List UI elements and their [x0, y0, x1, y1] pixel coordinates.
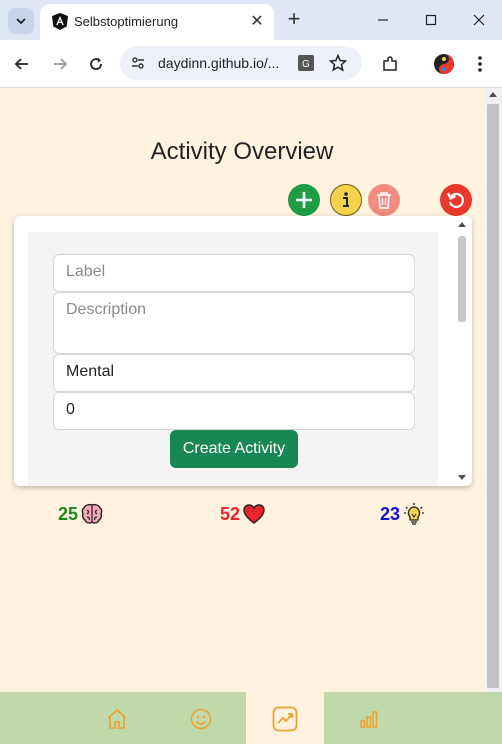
form-scrollbar[interactable]: [456, 222, 468, 480]
address-bar[interactable]: daydinn.github.io/... G: [120, 46, 362, 80]
lightbulb-icon: [404, 503, 425, 525]
reset-icon: [446, 192, 464, 208]
profile-avatar-icon[interactable]: [430, 50, 458, 78]
mental-stat-value: 25: [58, 503, 79, 524]
page-content: Activity Overview Label Description Ment…: [0, 88, 484, 692]
label-input[interactable]: Label: [53, 254, 415, 292]
close-window-icon[interactable]: [466, 8, 492, 32]
bottom-navigation: [0, 692, 502, 744]
svg-text:G: G: [302, 59, 310, 70]
minimize-icon[interactable]: [370, 8, 396, 32]
physical-stat-value: 52: [220, 503, 241, 524]
idea-stat: 23: [380, 500, 426, 528]
description-textarea[interactable]: Description: [53, 292, 415, 354]
page-scroll-thumb[interactable]: [487, 104, 499, 688]
category-select[interactable]: Mental: [53, 354, 415, 392]
info-icon: [343, 192, 349, 207]
create-activity-button[interactable]: Create Activity: [170, 430, 298, 468]
plus-icon: [296, 192, 312, 208]
add-activity-button[interactable]: [288, 184, 320, 216]
browser-toolbar: daydinn.github.io/... G: [0, 40, 502, 88]
page-scrollbar[interactable]: [484, 88, 502, 692]
nav-bar-chart-icon[interactable]: [356, 706, 382, 732]
maximize-icon[interactable]: [418, 8, 444, 32]
new-tab-button[interactable]: +: [284, 8, 304, 32]
kebab-menu-icon[interactable]: [466, 50, 494, 78]
nav-trend-icon[interactable]: [272, 706, 298, 732]
browser-tab[interactable]: Selbstoptimierung ✕: [40, 4, 274, 40]
extensions-icon[interactable]: [376, 50, 404, 78]
translate-icon[interactable]: G: [292, 49, 320, 77]
mental-stat: 25: [58, 500, 104, 528]
tab-search-button[interactable]: [8, 8, 34, 34]
chevron-down-icon: [16, 18, 26, 25]
page-title: Activity Overview: [150, 138, 334, 165]
info-button[interactable]: [330, 184, 362, 216]
points-input[interactable]: 0: [53, 392, 415, 430]
bookmark-star-icon[interactable]: [324, 49, 352, 77]
close-tab-icon[interactable]: ✕: [248, 12, 266, 30]
brain-icon: [81, 503, 103, 524]
forward-icon[interactable]: [46, 50, 74, 78]
browser-titlebar: Selbstoptimierung ✕ +: [0, 0, 502, 40]
angular-icon: [52, 13, 68, 30]
physical-stat: 52: [220, 500, 266, 528]
delete-button[interactable]: [368, 184, 400, 216]
site-settings-icon[interactable]: [130, 55, 146, 71]
reset-button[interactable]: [440, 184, 472, 216]
heart-icon: [243, 504, 265, 524]
tab-title: Selbstoptimierung: [74, 14, 179, 29]
url-text: daydinn.github.io/...: [158, 55, 280, 71]
reload-icon[interactable]: [82, 50, 110, 78]
activity-form-card: Label Description Mental 0 Create Activi…: [14, 216, 472, 486]
nav-smiley-icon[interactable]: [188, 706, 214, 732]
idea-stat-value: 23: [380, 503, 401, 524]
back-icon[interactable]: [8, 50, 36, 78]
nav-home-icon[interactable]: [104, 706, 130, 732]
trash-icon: [377, 192, 391, 209]
